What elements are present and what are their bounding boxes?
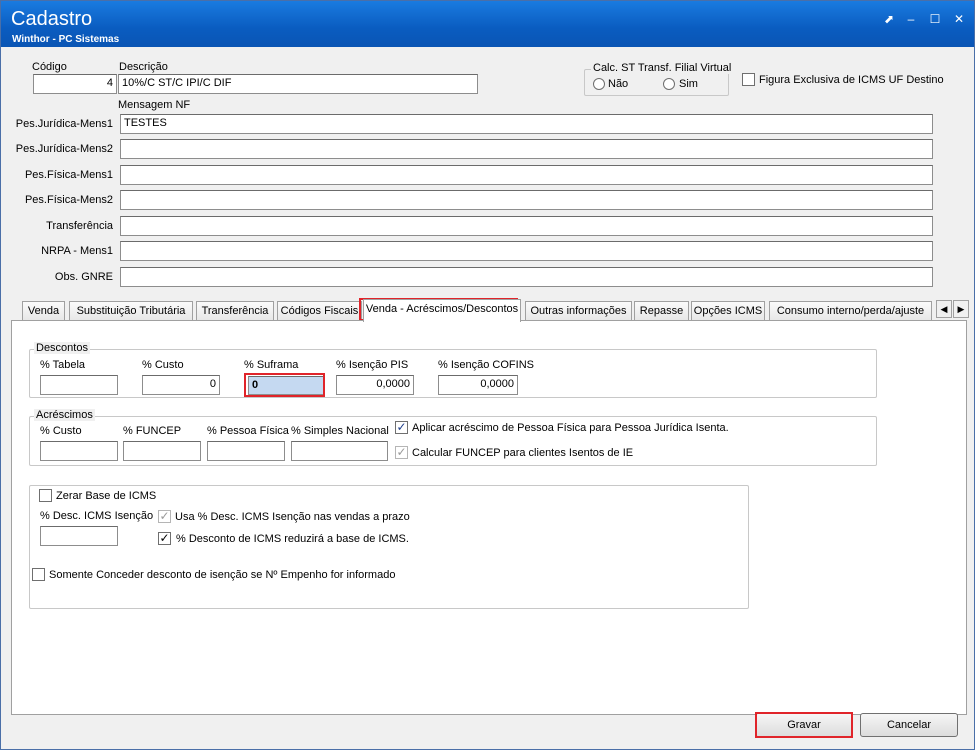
pessoa-fisica-label: % Pessoa Física xyxy=(207,425,289,437)
usa-desc-icms-checkbox[interactable]: ✓ xyxy=(158,510,171,523)
form-area: Código 4 Descrição 10%/C ST/C IPI/C DIF … xyxy=(6,49,969,743)
mensagem-field[interactable]: TESTES xyxy=(120,114,933,134)
figura-exclusiva-checkbox[interactable] xyxy=(742,73,755,86)
codigo-label: Código xyxy=(32,61,67,73)
radio-sim[interactable] xyxy=(663,78,675,90)
calc-st-title: Calc. ST Transf. Filial Virtual xyxy=(591,62,734,74)
somente-conceder-label: Somente Conceder desconto de isenção se … xyxy=(49,569,396,581)
tabela-field[interactable] xyxy=(40,375,118,395)
descontos-title: Descontos xyxy=(34,342,90,354)
window-subtitle: Winthor - PC Sistemas xyxy=(12,34,120,45)
tab-transferencia[interactable]: Transferência xyxy=(196,301,274,321)
tab-substituicao-tributaria[interactable]: Substituição Tributária xyxy=(69,301,193,321)
tab-consumo-interno[interactable]: Consumo interno/perda/ajuste xyxy=(769,301,932,321)
custo-acr-label: % Custo xyxy=(40,425,82,437)
mensagem-nf-title: Mensagem NF xyxy=(118,99,191,111)
tab-opcoes-icms[interactable]: Opções ICMS xyxy=(691,301,765,321)
isencao-cofins-label: % Isenção COFINS xyxy=(438,359,534,371)
tabela-label: % Tabela xyxy=(40,359,86,371)
suframa-label: % Suframa xyxy=(244,359,299,371)
calcular-funcep-checkbox[interactable]: ✓ xyxy=(395,446,408,459)
tab-outras-informacoes[interactable]: Outras informações xyxy=(525,301,632,321)
radio-nao[interactable] xyxy=(593,78,605,90)
desconto-reduzira-checkbox[interactable]: ✓ xyxy=(158,532,171,545)
cancelar-button[interactable]: Cancelar xyxy=(860,713,958,737)
close-icon[interactable]: ✕ xyxy=(951,11,967,27)
custo-acr-field[interactable] xyxy=(40,441,118,461)
mensagem-field[interactable] xyxy=(120,216,933,236)
restore-icon[interactable]: ⬈ xyxy=(881,11,897,27)
tab-strip: Venda Substituição Tributária Transferên… xyxy=(11,299,969,322)
zerar-base-label: Zerar Base de ICMS xyxy=(56,490,157,502)
mensagem-field[interactable] xyxy=(120,267,933,287)
mensagem-label: NRPA - Mens1 xyxy=(41,245,113,257)
isencao-pis-label: % Isenção PIS xyxy=(336,359,409,371)
custo-desc-field[interactable]: 0 xyxy=(142,375,220,395)
window-title: Cadastro xyxy=(11,8,93,30)
minimize-icon[interactable]: – xyxy=(903,11,919,27)
isencao-cofins-field[interactable]: 0,0000 xyxy=(438,375,518,395)
simples-nacional-field[interactable] xyxy=(291,441,388,461)
desc-icms-isencao-field[interactable] xyxy=(40,526,118,546)
calc-st-group: Calc. ST Transf. Filial Virtual Não Sim xyxy=(584,62,734,96)
icms-group xyxy=(29,485,749,609)
tab-scroll-right-icon[interactable]: ▶ xyxy=(953,300,969,318)
desc-icms-isencao-label: % Desc. ICMS Isenção xyxy=(40,510,154,522)
gravar-button-label: Gravar xyxy=(787,719,821,731)
zerar-base-checkbox[interactable] xyxy=(39,489,52,502)
tab-venda-acrescimos-descontos[interactable]: Venda - Acréscimos/Descontos xyxy=(363,299,521,322)
tab-scroll-left-icon[interactable]: ◀ xyxy=(936,300,952,318)
calcular-funcep-label: Calcular FUNCEP para clientes Isentos de… xyxy=(412,447,634,459)
aplicar-acrescimo-checkbox[interactable]: ✓ xyxy=(395,421,408,434)
descricao-label: Descrição xyxy=(119,61,168,73)
funcep-field[interactable] xyxy=(123,441,201,461)
pessoa-fisica-field[interactable] xyxy=(207,441,285,461)
tab-venda[interactable]: Venda xyxy=(22,301,65,321)
radio-nao-label: Não xyxy=(608,78,629,90)
tab-panel: Descontos % Tabela % Custo 0 % Suframa 0… xyxy=(11,320,967,715)
isencao-pis-field[interactable]: 0,0000 xyxy=(336,375,414,395)
figura-exclusiva-label: Figura Exclusiva de ICMS UF Destino xyxy=(759,74,944,86)
simples-nacional-label: % Simples Nacional xyxy=(291,425,389,437)
gravar-button[interactable]: Gravar xyxy=(755,713,853,737)
desconto-reduzira-label: % Desconto de ICMS reduzirá a base de IC… xyxy=(176,533,409,545)
aplicar-acrescimo-label: Aplicar acréscimo de Pessoa Física para … xyxy=(412,422,729,434)
mensagem-field[interactable] xyxy=(120,190,933,210)
tab-codigos-fiscais[interactable]: Códigos Fiscais xyxy=(277,301,362,321)
cancelar-button-label: Cancelar xyxy=(886,719,932,731)
suframa-field[interactable]: 0 xyxy=(248,376,324,395)
mensagem-label: Pes.Jurídica-Mens2 xyxy=(15,143,113,155)
codigo-field[interactable]: 4 xyxy=(33,74,117,94)
mensagem-label: Pes.Física-Mens1 xyxy=(24,169,113,181)
mensagem-label: Pes.Física-Mens2 xyxy=(24,194,113,206)
radio-sim-label: Sim xyxy=(679,78,698,90)
descricao-field[interactable]: 10%/C ST/C IPI/C DIF xyxy=(118,74,478,94)
custo-desc-label: % Custo xyxy=(142,359,184,371)
mensagem-label: Obs. GNRE xyxy=(54,271,113,283)
mensagem-field[interactable] xyxy=(120,165,933,185)
maximize-icon[interactable]: ☐ xyxy=(927,11,943,27)
title-bar[interactable]: Cadastro Winthor - PC Sistemas ⬈ – ☐ ✕ xyxy=(1,1,974,47)
mensagem-label: Transferência xyxy=(46,220,113,232)
acrescimos-title: Acréscimos xyxy=(34,409,95,421)
mensagem-field[interactable] xyxy=(120,241,933,261)
cadastro-window: Cadastro Winthor - PC Sistemas ⬈ – ☐ ✕ C… xyxy=(0,0,975,750)
tab-repasse[interactable]: Repasse xyxy=(634,301,689,321)
funcep-label: % FUNCEP xyxy=(123,425,182,437)
mensagem-label: Pes.Jurídica-Mens1 xyxy=(15,118,113,130)
somente-conceder-checkbox[interactable] xyxy=(32,568,45,581)
mensagem-field[interactable] xyxy=(120,139,933,159)
usa-desc-icms-label: Usa % Desc. ICMS Isenção nas vendas a pr… xyxy=(175,511,410,523)
